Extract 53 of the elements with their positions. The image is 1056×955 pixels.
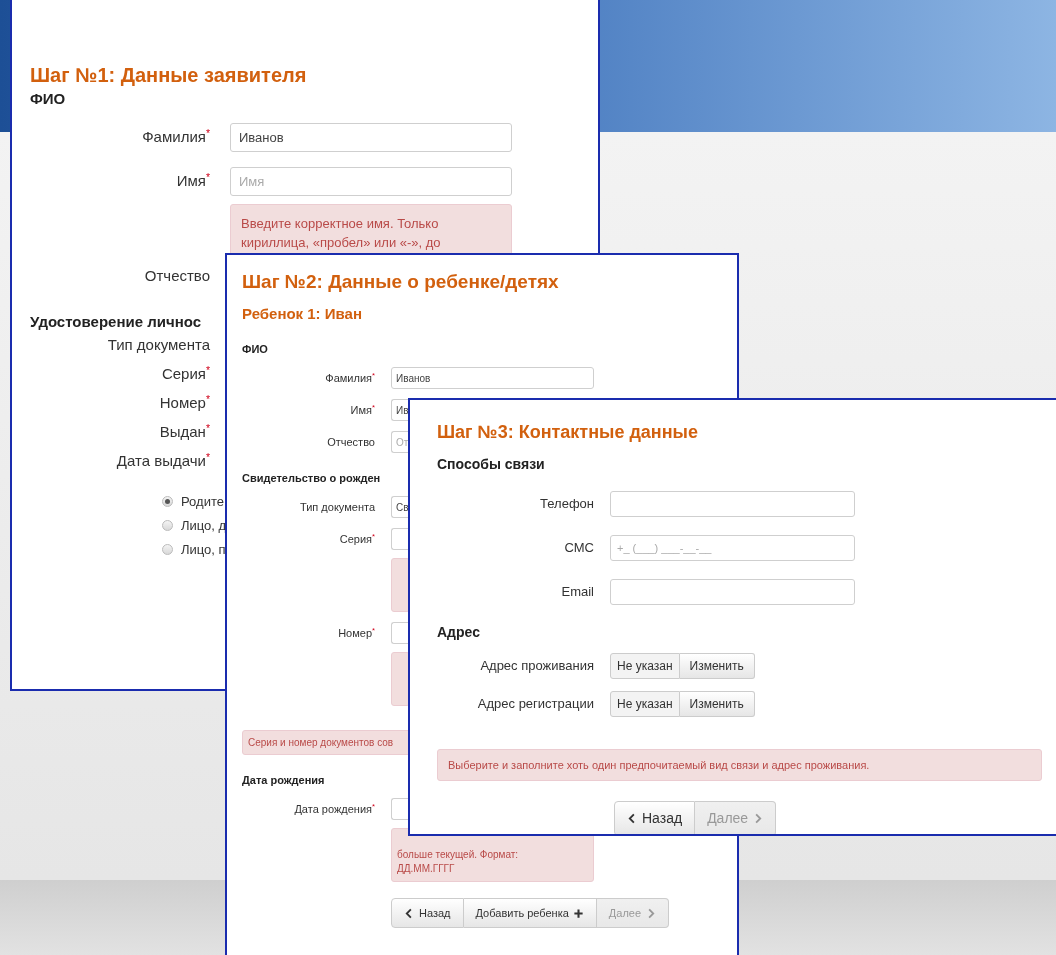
field-label: Фамилия$^{*}$ [141, 126, 210, 148]
field-label: Номер$^{*}$ [337, 624, 375, 641]
field-label: Email [560, 583, 594, 602]
address-value: Не указан [610, 691, 680, 717]
input-field[interactable] [610, 491, 855, 517]
field-label: Отчество [143, 266, 210, 287]
input-field[interactable]: Иванов [230, 123, 512, 152]
radio-button[interactable] [162, 544, 173, 555]
field-label: Выдан$^{*}$ [158, 421, 210, 443]
child-heading: Ребенок 1: Иван [242, 304, 362, 324]
back-button[interactable]: Назад [614, 801, 696, 834]
field-label: Серия$^{*}$ [160, 363, 210, 385]
add-child-button[interactable]: Добавить ребенка [463, 898, 597, 928]
section-heading: Способы связи [437, 455, 545, 473]
change-button[interactable]: Изменить [679, 653, 755, 679]
back-button[interactable]: Назад [391, 898, 464, 928]
section-heading: Удостоверение личнос [30, 313, 201, 331]
plus-icon [572, 907, 584, 919]
section-heading: Дата рождения [242, 773, 325, 788]
step-title: Шаг №3: Контактные данные [437, 421, 698, 444]
field-label: Дата выдачи$^{*}$ [115, 450, 210, 472]
section-heading: Адрес [437, 623, 480, 641]
radio-label: Родите [181, 492, 224, 511]
field-label: Имя$^{*}$ [175, 170, 210, 192]
field-label: Адрес регистрации [476, 695, 594, 714]
field-label: Тип документа [298, 499, 375, 515]
input-field[interactable]: Имя [230, 167, 512, 196]
field-label: СМС [563, 539, 594, 558]
input-field[interactable]: Иванов [391, 367, 594, 389]
field-label: Тип документа [106, 335, 210, 356]
field-label: Дата рождения$^{*}$ [293, 800, 375, 817]
step-title: Шаг №1: Данные заявителя [30, 64, 307, 86]
field-label: Номер$^{*}$ [158, 392, 210, 414]
field-label: Имя$^{*}$ [349, 401, 375, 418]
radio-button[interactable] [162, 496, 173, 507]
section-heading: Свидетельство о рожден [242, 471, 381, 486]
field-label: Телефон [539, 495, 594, 514]
radio-label: Лицо, п [181, 540, 226, 559]
next-button: Далее [596, 898, 670, 928]
field-label: Отчество [326, 434, 375, 450]
change-button[interactable]: Изменить [679, 691, 755, 717]
address-value: Не указан [610, 653, 680, 679]
field-label: Серия$^{*}$ [338, 530, 375, 547]
input-field[interactable]: +_ (___) ___-__-__ [610, 535, 855, 561]
field-label: Адрес проживания [479, 657, 594, 676]
next-button: Далее [695, 801, 777, 834]
input-field[interactable] [610, 579, 855, 605]
field-label: Фамилия$^{*}$ [324, 369, 375, 386]
section-heading: ФИО [242, 342, 268, 357]
radio-button[interactable] [162, 520, 173, 531]
section-heading: ФИО [30, 90, 66, 108]
step-title: Шаг №2: Данные о ребенке/детях [242, 270, 559, 294]
error-message: Выберите и заполните хоть один предпочитаемый вид связи и адрес проживания. [437, 749, 1042, 781]
